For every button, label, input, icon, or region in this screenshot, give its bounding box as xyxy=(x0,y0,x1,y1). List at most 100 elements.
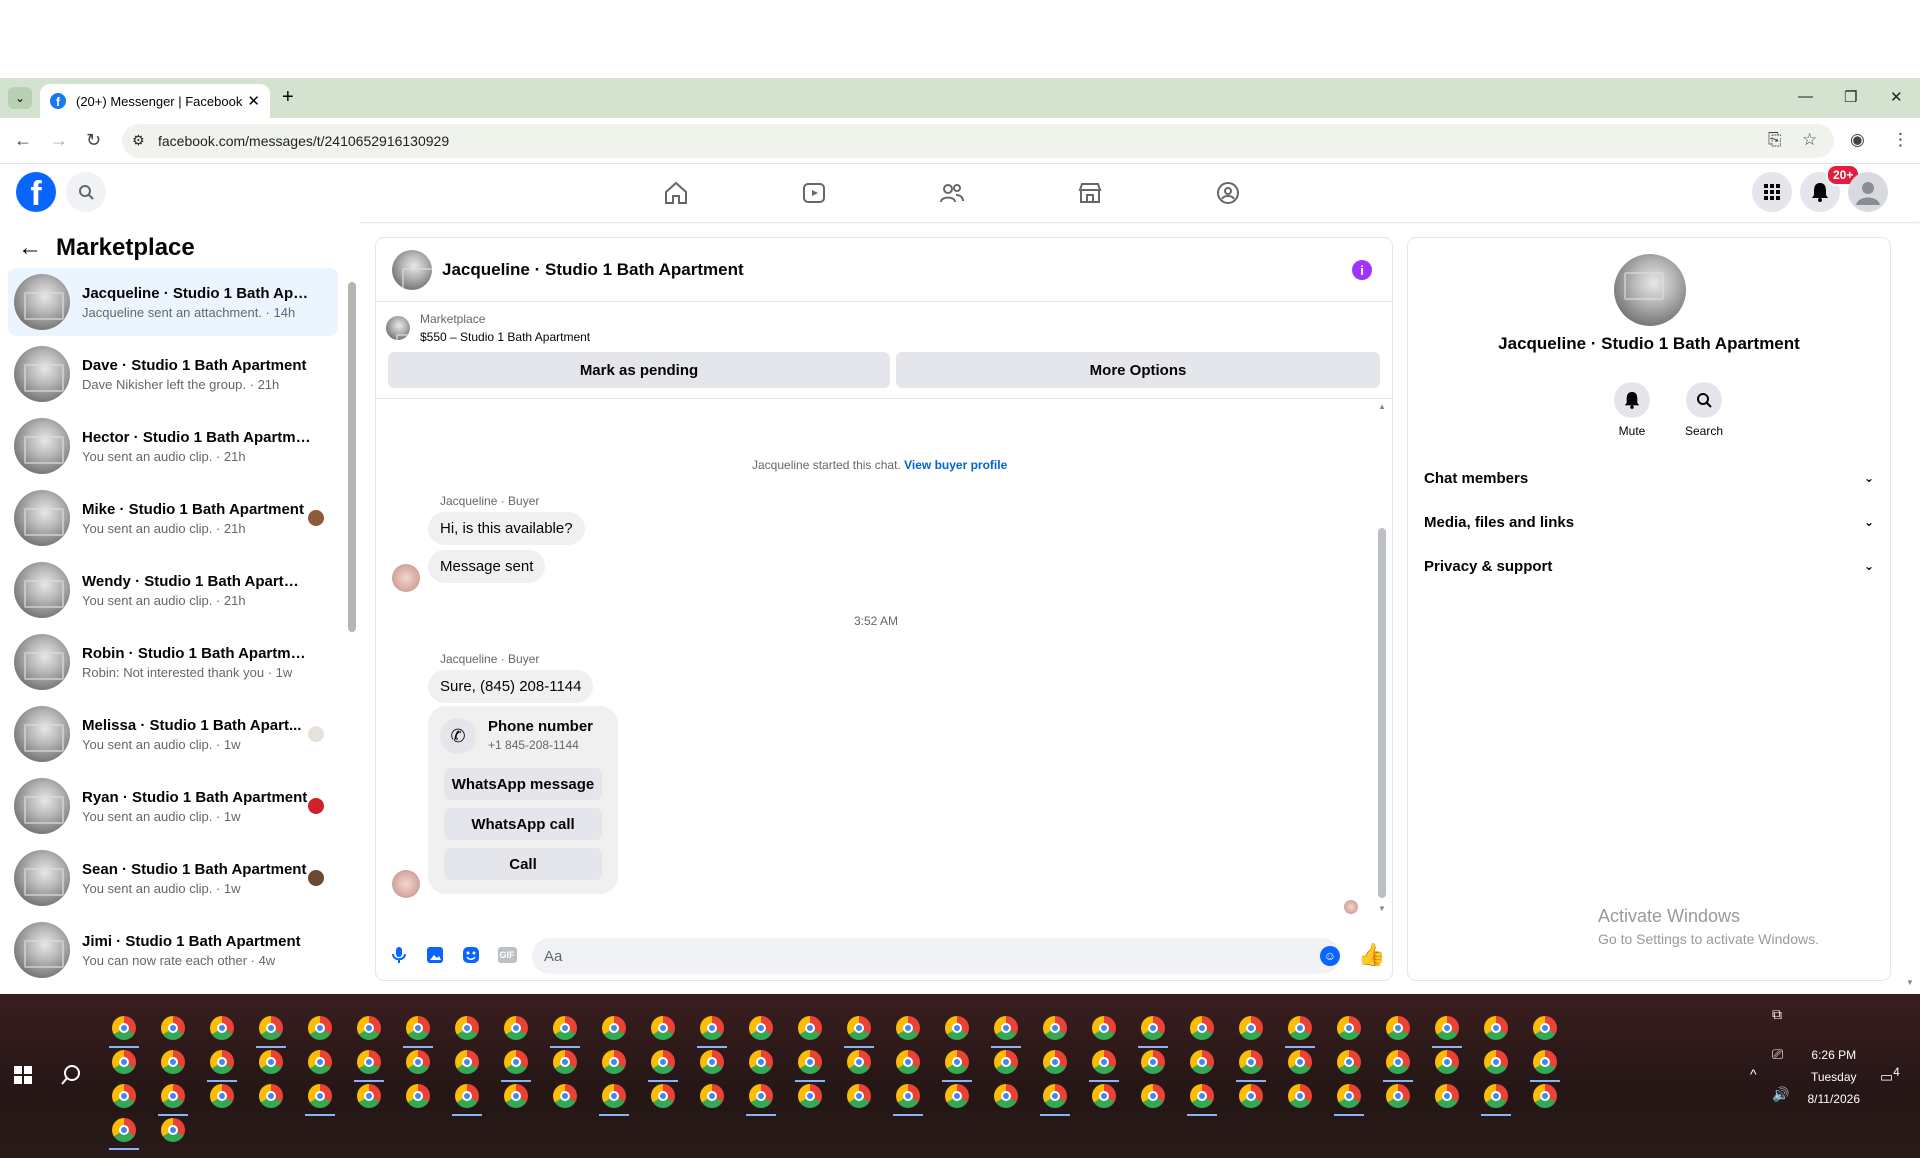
call-button[interactable]: Call xyxy=(444,848,602,880)
chrome-taskbar-icon[interactable] xyxy=(896,1084,920,1108)
chrome-taskbar-icon[interactable] xyxy=(700,1016,724,1040)
chrome-taskbar-icon[interactable] xyxy=(504,1050,528,1074)
chrome-taskbar-icon[interactable] xyxy=(847,1084,871,1108)
chrome-taskbar-icon[interactable] xyxy=(308,1050,332,1074)
close-tab-icon[interactable]: ✕ xyxy=(247,92,260,110)
conversation-item[interactable]: Jimi · Studio 1 Bath Apartment You can no… xyxy=(8,916,338,984)
chrome-taskbar-icon[interactable] xyxy=(1239,1016,1263,1040)
chrome-taskbar-icon[interactable] xyxy=(1141,1050,1165,1074)
chrome-taskbar-icon[interactable] xyxy=(1435,1084,1459,1108)
chrome-taskbar-icon[interactable] xyxy=(357,1050,381,1074)
facebook-logo-icon[interactable]: f xyxy=(16,172,56,212)
url-field[interactable]: ⚙ facebook.com/messages/t/24106529161309… xyxy=(122,124,1834,158)
chrome-taskbar-icon[interactable] xyxy=(1141,1084,1165,1108)
chrome-taskbar-icon[interactable] xyxy=(259,1084,283,1108)
video-icon[interactable] xyxy=(800,179,828,207)
chrome-taskbar-icon[interactable] xyxy=(749,1016,773,1040)
restore-icon[interactable]: ❐ xyxy=(1844,88,1857,106)
taskbar-search-icon[interactable] xyxy=(60,1064,82,1092)
chrome-taskbar-icon[interactable] xyxy=(1288,1050,1312,1074)
back-icon[interactable]: ← xyxy=(14,130,32,151)
photo-icon[interactable] xyxy=(424,944,446,966)
chrome-taskbar-icon[interactable] xyxy=(259,1016,283,1040)
privacy-support-row[interactable]: Privacy & support ⌄ xyxy=(1424,548,1874,584)
chrome-taskbar-icon[interactable] xyxy=(112,1118,136,1142)
chrome-taskbar-icon[interactable] xyxy=(1337,1084,1361,1108)
chrome-taskbar-icon[interactable] xyxy=(1533,1084,1557,1108)
chrome-taskbar-icon[interactable] xyxy=(602,1050,626,1074)
chrome-taskbar-icon[interactable] xyxy=(161,1050,185,1074)
chrome-taskbar-icon[interactable] xyxy=(357,1016,381,1040)
chrome-taskbar-icon[interactable] xyxy=(1190,1084,1214,1108)
listing-summary[interactable]: Marketplace $550 – Studio 1 Bath Apartme… xyxy=(386,310,590,346)
media-files-row[interactable]: Media, files and links ⌄ xyxy=(1424,504,1874,540)
more-options-button[interactable]: More Options xyxy=(896,352,1380,388)
chrome-taskbar-icon[interactable] xyxy=(1533,1050,1557,1074)
marketplace-icon[interactable] xyxy=(1076,179,1104,207)
chrome-taskbar-icon[interactable] xyxy=(308,1084,332,1108)
conversation-item[interactable]: Mike · Studio 1 Bath Apartment You sent a… xyxy=(8,484,338,552)
facebook-search-icon[interactable] xyxy=(66,172,106,212)
browser-menu-icon[interactable]: ⋮ xyxy=(1892,130,1909,150)
chat-members-row[interactable]: Chat members ⌄ xyxy=(1424,460,1874,496)
chat-title[interactable]: Jacqueline · Studio 1 Bath Apartment xyxy=(442,260,744,280)
clock[interactable]: 6:26 PM Tuesday 8/11/2026 xyxy=(1808,1044,1861,1110)
conversation-item[interactable]: Melissa · Studio 1 Bath Apart... You sent… xyxy=(8,700,338,768)
chat-scrollbar[interactable] xyxy=(1378,528,1386,898)
friends-icon[interactable] xyxy=(938,179,966,207)
scroll-up-icon[interactable]: ▲ xyxy=(1378,402,1386,411)
menu-grid-icon[interactable] xyxy=(1752,172,1792,212)
chrome-taskbar-icon[interactable] xyxy=(994,1050,1018,1074)
network-icon[interactable]: ⎚ xyxy=(1772,1046,1783,1063)
chrome-taskbar-icon[interactable] xyxy=(210,1050,234,1074)
conversation-item[interactable]: Hector · Studio 1 Bath Apartment You sent… xyxy=(8,412,338,480)
info-icon[interactable]: i xyxy=(1352,260,1372,280)
chrome-taskbar-icon[interactable] xyxy=(945,1084,969,1108)
chrome-taskbar-icon[interactable] xyxy=(798,1084,822,1108)
chrome-taskbar-icon[interactable] xyxy=(1435,1016,1459,1040)
chrome-taskbar-icon[interactable] xyxy=(651,1016,675,1040)
chrome-taskbar-icon[interactable] xyxy=(651,1050,675,1074)
profile-avatar[interactable] xyxy=(1614,254,1686,326)
chrome-taskbar-icon[interactable] xyxy=(1484,1084,1508,1108)
chrome-taskbar-icon[interactable] xyxy=(1092,1050,1116,1074)
page-scroll-down-icon[interactable]: ▼ xyxy=(1906,978,1914,987)
chrome-taskbar-icon[interactable] xyxy=(1337,1050,1361,1074)
conversation-item[interactable]: Jacqueline · Studio 1 Bath Apart... Jacqu… xyxy=(8,268,338,336)
chrome-taskbar-icon[interactable] xyxy=(1386,1016,1410,1040)
chrome-taskbar-icon[interactable] xyxy=(1043,1084,1067,1108)
search-button[interactable]: Search xyxy=(1674,382,1734,438)
chrome-taskbar-icon[interactable] xyxy=(112,1016,136,1040)
chrome-taskbar-icon[interactable] xyxy=(455,1084,479,1108)
chrome-taskbar-icon[interactable] xyxy=(749,1050,773,1074)
whatsapp-call-button[interactable]: WhatsApp call xyxy=(444,808,602,840)
chrome-taskbar-icon[interactable] xyxy=(406,1016,430,1040)
gif-icon[interactable]: GIF xyxy=(496,944,518,966)
chrome-taskbar-icon[interactable] xyxy=(406,1084,430,1108)
chrome-taskbar-icon[interactable] xyxy=(1092,1016,1116,1040)
chrome-taskbar-icon[interactable] xyxy=(1288,1016,1312,1040)
minimize-icon[interactable]: — xyxy=(1798,88,1813,105)
browser-tab-messenger[interactable]: f (20+) Messenger | Facebook ✕ xyxy=(40,84,270,118)
mute-button[interactable]: Mute xyxy=(1602,382,1662,438)
profile-icon[interactable]: ◉ xyxy=(1850,130,1865,150)
chrome-taskbar-icon[interactable] xyxy=(504,1084,528,1108)
whatsapp-message-button[interactable]: WhatsApp message xyxy=(444,768,602,800)
chrome-taskbar-icon[interactable] xyxy=(651,1084,675,1108)
chrome-taskbar-icon[interactable] xyxy=(700,1084,724,1108)
chrome-taskbar-icon[interactable] xyxy=(700,1050,724,1074)
chrome-taskbar-icon[interactable] xyxy=(1141,1016,1165,1040)
chrome-taskbar-icon[interactable] xyxy=(847,1050,871,1074)
chat-header[interactable]: Jacqueline · Studio 1 Bath Apartment i xyxy=(376,238,1392,302)
buyer-avatar[interactable] xyxy=(392,564,420,592)
chrome-taskbar-icon[interactable] xyxy=(1533,1016,1557,1040)
reload-icon[interactable]: ↻ xyxy=(86,130,101,151)
chrome-taskbar-icon[interactable] xyxy=(210,1016,234,1040)
chrome-taskbar-icon[interactable] xyxy=(504,1016,528,1040)
chrome-taskbar-icon[interactable] xyxy=(602,1084,626,1108)
chrome-taskbar-icon[interactable] xyxy=(1484,1050,1508,1074)
chrome-taskbar-icon[interactable] xyxy=(455,1016,479,1040)
task-view-icon[interactable]: ⧉ xyxy=(1772,1006,1782,1023)
tab-search-chevron-icon[interactable]: ⌄ xyxy=(8,87,32,109)
microphone-icon[interactable] xyxy=(388,944,410,966)
